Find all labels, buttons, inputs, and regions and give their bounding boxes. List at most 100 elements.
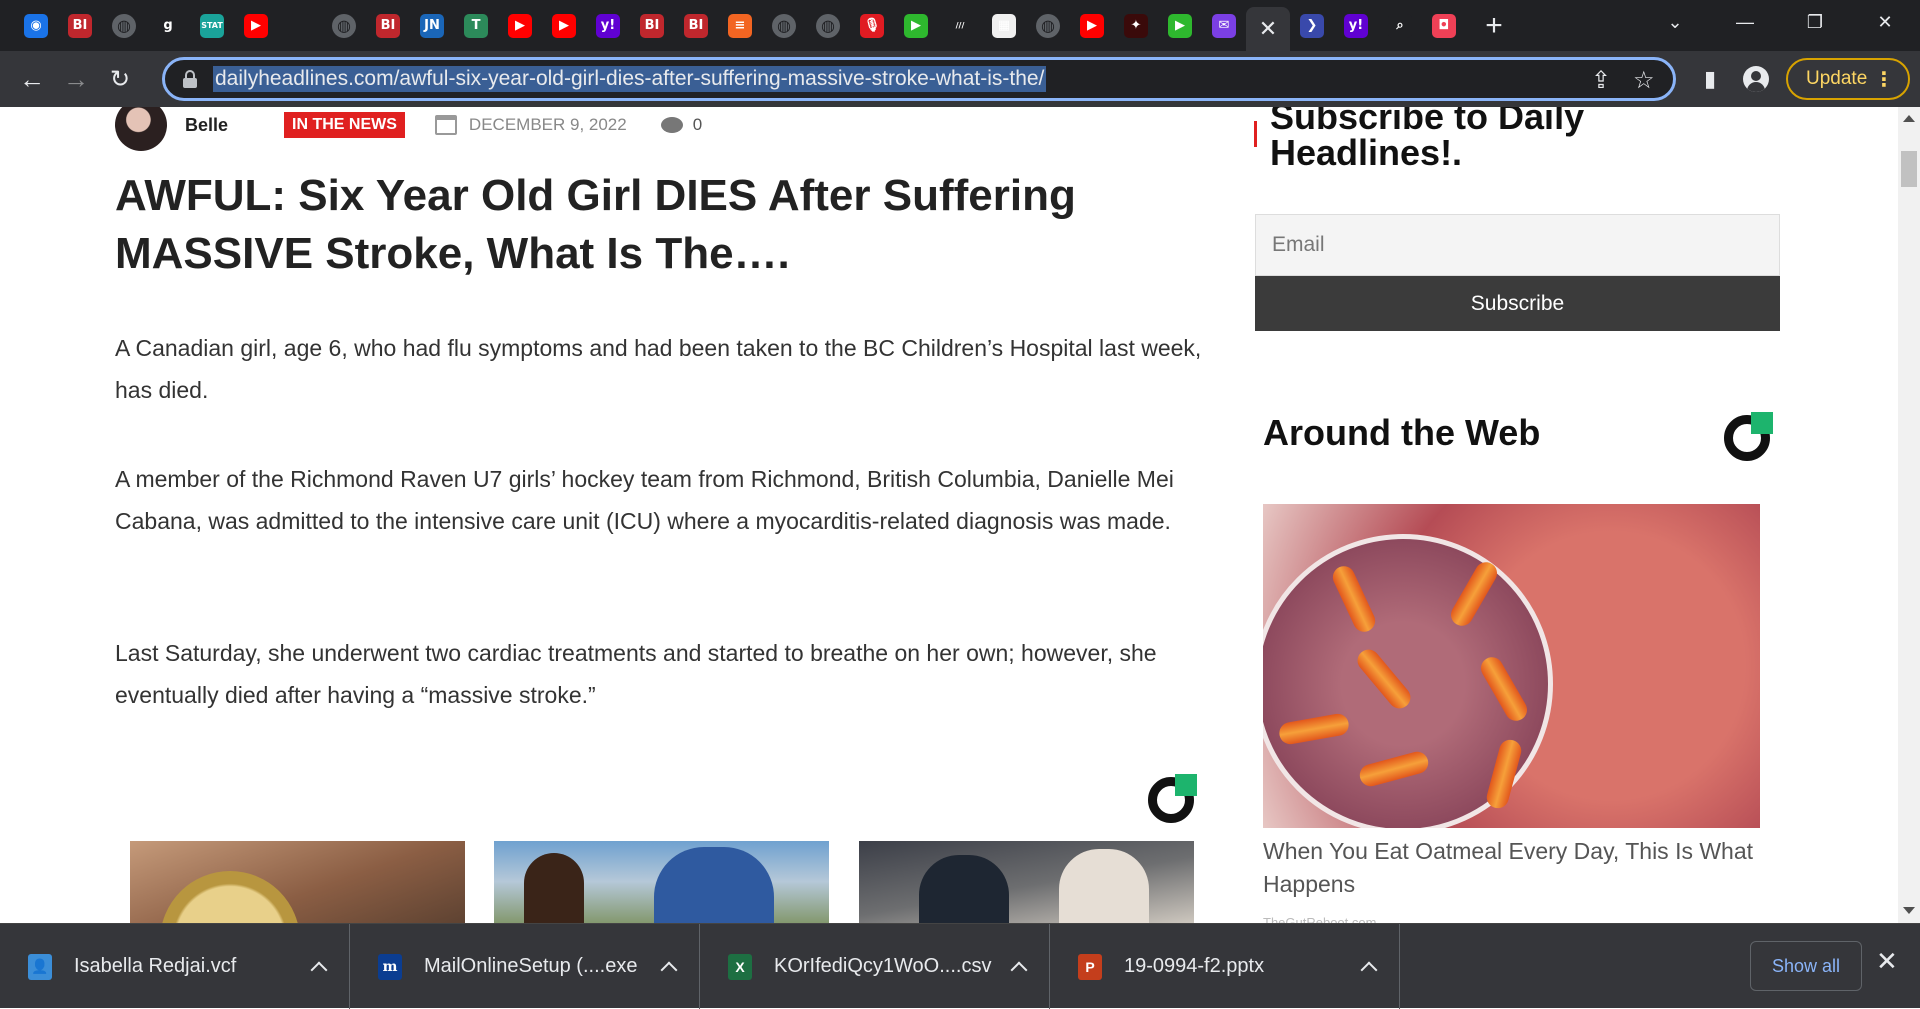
restore-icon[interactable]: ❐ [1780,0,1850,44]
youtube-icon: ▶ [244,13,268,38]
minimize-icon[interactable]: — [1710,0,1780,44]
browser-tab[interactable]: ⌕ [1378,6,1422,46]
bi-icon: BI [640,13,664,38]
back-arrow-icon[interactable]: ← [10,57,54,101]
excel-icon: X [728,953,752,980]
bars-icon: ≡ [728,13,752,38]
browser-tab[interactable]: BI [630,6,674,46]
post-date: DECEMBER 9, 2022 [468,115,627,134]
promo-image[interactable] [1263,504,1760,828]
author-avatar[interactable] [115,107,167,151]
chevron-up-icon[interactable] [1010,961,1028,979]
promo-source[interactable]: TheGutReboot.com [1263,915,1376,923]
update-button[interactable]: Update ⋮ [1786,58,1910,100]
sponsor-logo-icon[interactable] [1724,412,1773,461]
promo-caption[interactable]: When You Eat Oatmeal Every Day, This Is … [1263,835,1783,901]
page-scrollbar[interactable] [1898,107,1920,923]
author-name[interactable]: Belle [185,115,228,136]
bookmark-star-icon[interactable]: ☆ [1633,66,1655,95]
menu-dots-icon[interactable]: ⋮ [1874,67,1894,92]
browser-tab[interactable]: ◉ [14,6,58,46]
sponsor-logo-icon[interactable] [1148,774,1197,823]
browser-tab[interactable]: ▶ [1070,6,1114,46]
browser-tab[interactable]: ✦ [1114,6,1158,46]
subscribe-button[interactable]: Subscribe [1255,276,1780,331]
share-icon[interactable]: ⇪ [1591,66,1611,95]
browser-tab[interactable]: ◍ [762,6,806,46]
tab-search-icon[interactable]: ⌄ [1640,0,1710,44]
browser-tab[interactable]: ✉ [1202,6,1246,46]
blank-icon [288,13,312,38]
recommended-thumbnail[interactable] [859,841,1194,923]
stat-icon: STAT [200,13,224,38]
browser-tab[interactable]: BI [366,6,410,46]
browser-tab[interactable]: T [454,6,498,46]
browser-tab[interactable]: ▶ [542,6,586,46]
browser-tab[interactable]: ❯ [1290,6,1334,46]
globe-icon: ◍ [816,13,840,38]
browser-tab[interactable]: ▶ [894,6,938,46]
comment-icon[interactable] [660,117,683,133]
download-filename: MailOnlineSetup (....exe [424,955,638,977]
browser-tab[interactable]: ◍ [322,6,366,46]
scroll-down-icon[interactable] [1903,907,1915,914]
browser-tab[interactable]: JN [410,6,454,46]
browser-tab[interactable]: ▶ [234,6,278,46]
address-bar[interactable]: dailyheadlines.com/awful-six-year-old-gi… [162,57,1676,101]
scroll-thumb[interactable] [1901,151,1917,187]
browser-tab[interactable]: ▶ [498,6,542,46]
globe-icon: ◍ [112,13,136,38]
download-item[interactable]: X KOrIfediQcy1WoO....csv [700,924,1050,1009]
browser-tab[interactable]: ◍ [1026,6,1070,46]
url-text[interactable]: dailyheadlines.com/awful-six-year-old-gi… [213,66,1047,92]
browser-tab[interactable]: /// [938,6,982,46]
browser-tab[interactable]: y! [1334,6,1378,46]
browser-tab[interactable]: ◘ [1422,6,1466,46]
around-the-web-title: Around the Web [1263,412,1541,453]
yahoo-icon: y! [1344,13,1368,38]
lock-icon[interactable] [183,70,197,88]
browser-tab[interactable]: ≡ [718,6,762,46]
window-close-icon[interactable]: ✕ [1850,0,1920,44]
download-item[interactable]: m MailOnlineSetup (....exe [350,924,700,1009]
browser-tab[interactable]: ◍ [806,6,850,46]
reload-icon[interactable]: ↻ [98,57,142,101]
browser-tab[interactable]: ◍ [102,6,146,46]
g-icon: g [156,13,180,38]
browser-tab[interactable]: STAT [190,6,234,46]
scroll-up-icon[interactable] [1903,115,1915,122]
calendar-icon [434,115,457,135]
email-field[interactable] [1255,214,1780,276]
youtube-icon: ▶ [508,13,532,38]
download-item[interactable]: P 19-0994-f2.pptx [1050,924,1400,1009]
browser-tab[interactable]: y! [586,6,630,46]
chevron-up-icon[interactable] [1360,961,1378,979]
tab-strip: ◉ BI ◍ g STAT ▶ ◍ BI JN T ▶ ▶ y! BI BI ≡ ◍ ◍ 🎙 ▶ /// ▦ ◍ ▶ ✦ ▶ ✉ ✕ ❯… [0,0,1920,51]
category-badge[interactable]: IN THE NEWS [284,112,405,138]
browser-tab[interactable]: ✕ [1246,7,1290,51]
bi-icon: BI [684,13,708,38]
browser-tab[interactable]: ▶ [1158,6,1202,46]
download-filename: Isabella Redjai.vcf [74,955,237,977]
new-tab-icon[interactable]: + [1472,9,1516,43]
article-meta: Belle IN THE NEWS DECEMBER 9, 2022 0 [115,107,702,157]
side-panel-icon[interactable]: ▮ [1688,57,1732,101]
browser-tab[interactable]: BI [58,6,102,46]
close-download-bar-icon[interactable]: ✕ [1876,946,1898,977]
comment-count[interactable]: 0 [693,115,702,135]
chevron-up-icon[interactable] [310,961,328,979]
browser-tab[interactable]: BI [674,6,718,46]
jn-icon: JN [420,13,444,38]
chevron-up-icon[interactable] [660,961,678,979]
show-all-downloads-button[interactable]: Show all [1750,941,1862,991]
recommended-thumbnail[interactable] [494,841,829,923]
forward-arrow-icon[interactable]: → [54,57,98,101]
browser-tab[interactable]: 🎙 [850,6,894,46]
browser-tab[interactable]: ▦ [982,6,1026,46]
download-item[interactable]: 👤 Isabella Redjai.vcf [0,924,350,1009]
contact-icon: 👤 [28,953,52,980]
recommended-thumbnail[interactable] [130,841,465,923]
profile-avatar-icon[interactable] [1734,57,1778,101]
browser-tab[interactable]: g [146,6,190,46]
browser-tab[interactable] [278,6,322,46]
